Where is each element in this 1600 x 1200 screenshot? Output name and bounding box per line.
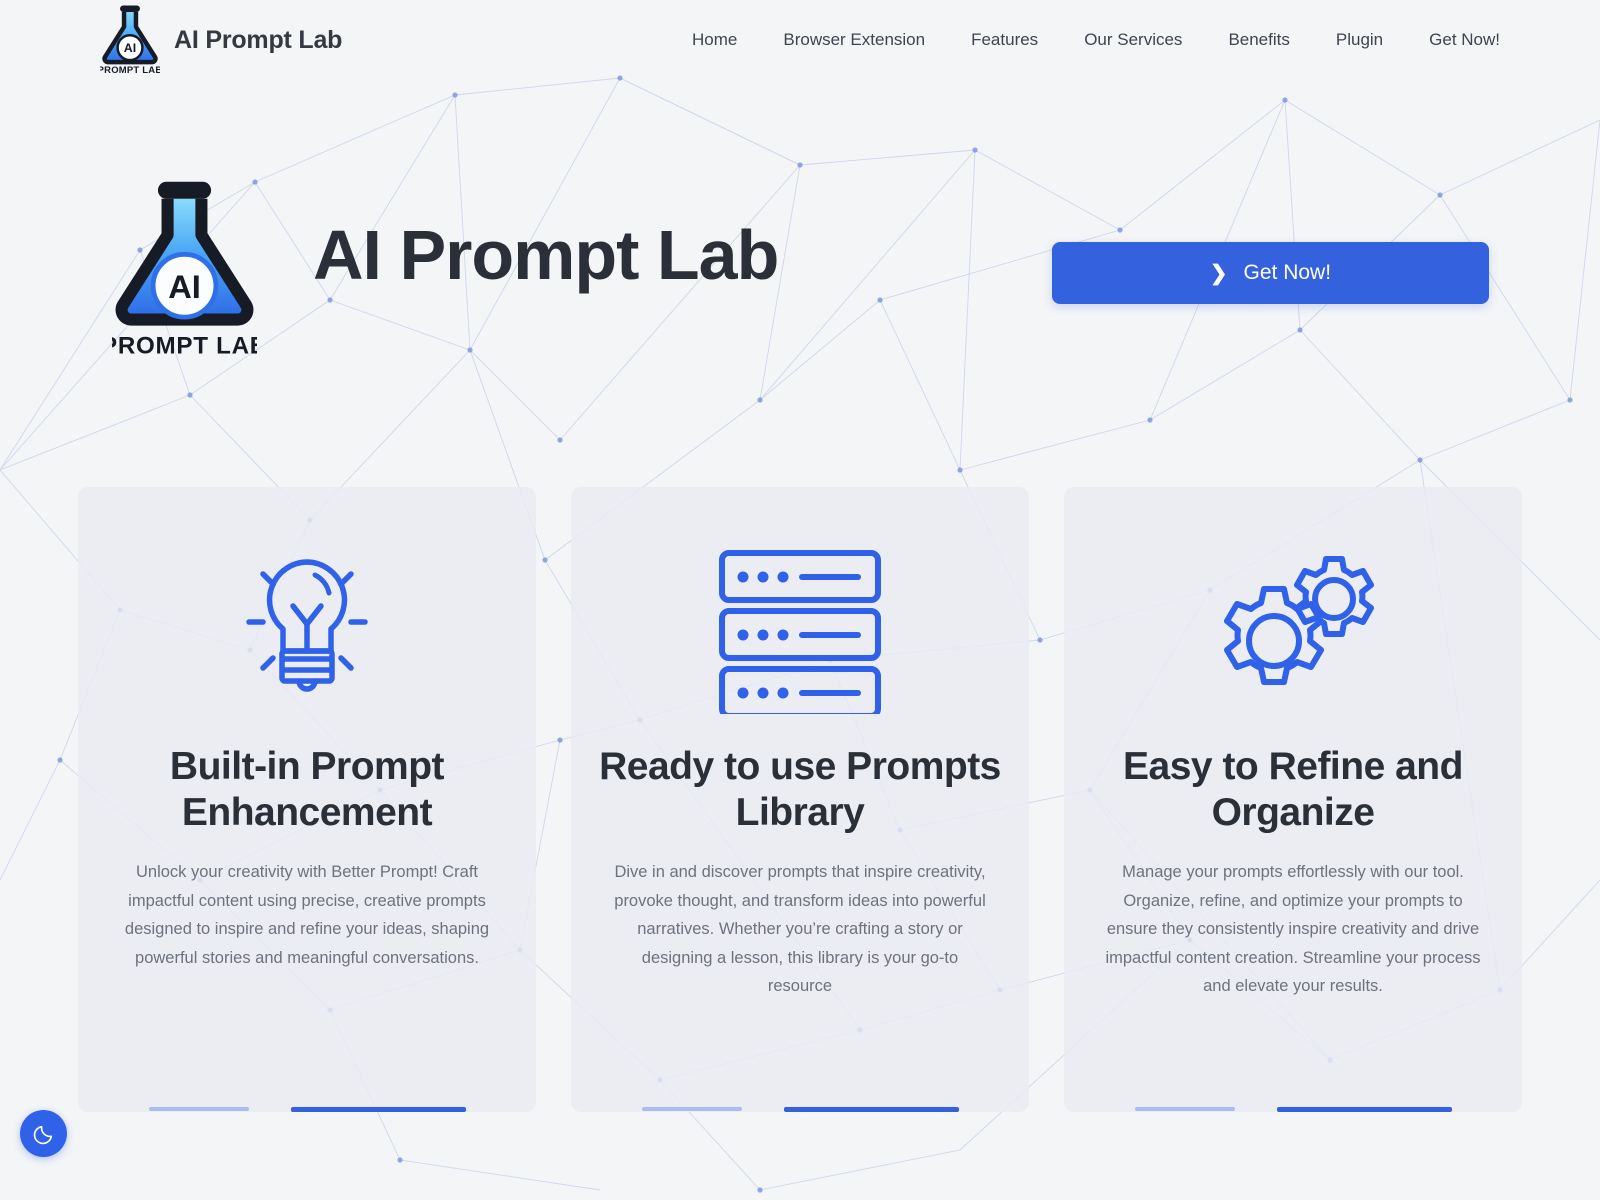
card-progress-bars	[78, 1107, 536, 1112]
gears-icon	[1208, 539, 1378, 714]
feature-card-body: Dive in and discover prompts that inspir…	[614, 863, 986, 996]
nav-item-home[interactable]: Home	[669, 22, 760, 58]
brand-title: AI Prompt Lab	[174, 25, 343, 54]
nav-item-browser-extension[interactable]: Browser Extension	[760, 22, 948, 58]
get-now-cta-button[interactable]: ❯ Get Now!	[1052, 242, 1489, 304]
progress-bar-secondary	[148, 1107, 249, 1111]
server-stack-icon	[710, 539, 890, 714]
hero-section: AI PROMPT LAB AI Prompt Lab ❯ Get Now!	[0, 150, 1600, 470]
hero-title: AI Prompt Lab	[313, 216, 779, 294]
moon-icon	[33, 1125, 52, 1144]
progress-bar-primary	[783, 1107, 959, 1112]
hero-flask-logo-icon: AI PROMPT LAB	[112, 181, 257, 359]
card-progress-bars	[1064, 1107, 1522, 1112]
brand[interactable]: AI PROMPT LAB AI Prompt Lab	[100, 4, 342, 76]
feature-card-title: Built-in Prompt Enhancement	[169, 745, 445, 835]
progress-bar-primary	[290, 1107, 466, 1112]
page-root: AI PROMPT LAB AI Prompt Lab Home Browser…	[0, 0, 1600, 1200]
nav-item-benefits[interactable]: Benefits	[1205, 22, 1312, 58]
feature-card-body: Manage your prompts effortlessly with ou…	[1105, 863, 1481, 996]
svg-text:PROMPT LAB: PROMPT LAB	[100, 64, 160, 75]
primary-nav: Home Browser Extension Features Our Serv…	[669, 22, 1500, 58]
progress-bar-primary	[1276, 1107, 1452, 1112]
feature-card-title: Easy to Refine and Organize	[1123, 745, 1463, 835]
flask-logo-icon: AI PROMPT LAB	[100, 5, 160, 75]
svg-text:PROMPT LAB: PROMPT LAB	[112, 332, 257, 359]
progress-bar-secondary	[1134, 1107, 1235, 1111]
dark-mode-toggle-button[interactable]	[20, 1110, 67, 1157]
svg-text:AI: AI	[124, 41, 136, 55]
nav-item-features[interactable]: Features	[948, 22, 1061, 58]
nav-item-our-services[interactable]: Our Services	[1061, 22, 1205, 58]
lightbulb-icon	[227, 539, 387, 714]
feature-card-built-in-prompt-enhancement[interactable]: Built-in Prompt Enhancement Unlock your …	[78, 487, 536, 1112]
nav-item-get-now[interactable]: Get Now!	[1406, 22, 1500, 58]
feature-cards-row: Built-in Prompt Enhancement Unlock your …	[78, 487, 1522, 1112]
card-progress-bars	[571, 1107, 1029, 1112]
svg-text:AI: AI	[168, 268, 201, 305]
nav-item-plugin[interactable]: Plugin	[1313, 22, 1406, 58]
get-now-cta-label: Get Now!	[1243, 261, 1332, 284]
chevron-right-icon: ❯	[1209, 261, 1228, 285]
feature-card-easy-to-refine-and-organize[interactable]: Easy to Refine and Organize Manage your …	[1064, 487, 1522, 1112]
feature-card-body: Unlock your creativity with Better Promp…	[124, 863, 490, 967]
feature-card-title: Ready to use Prompts Library	[599, 745, 1001, 835]
progress-bar-secondary	[641, 1107, 742, 1111]
feature-card-ready-to-use-prompts-library[interactable]: Ready to use Prompts Library Dive in and…	[571, 487, 1029, 1112]
top-navigation-bar: AI PROMPT LAB AI Prompt Lab Home Browser…	[0, 0, 1600, 80]
